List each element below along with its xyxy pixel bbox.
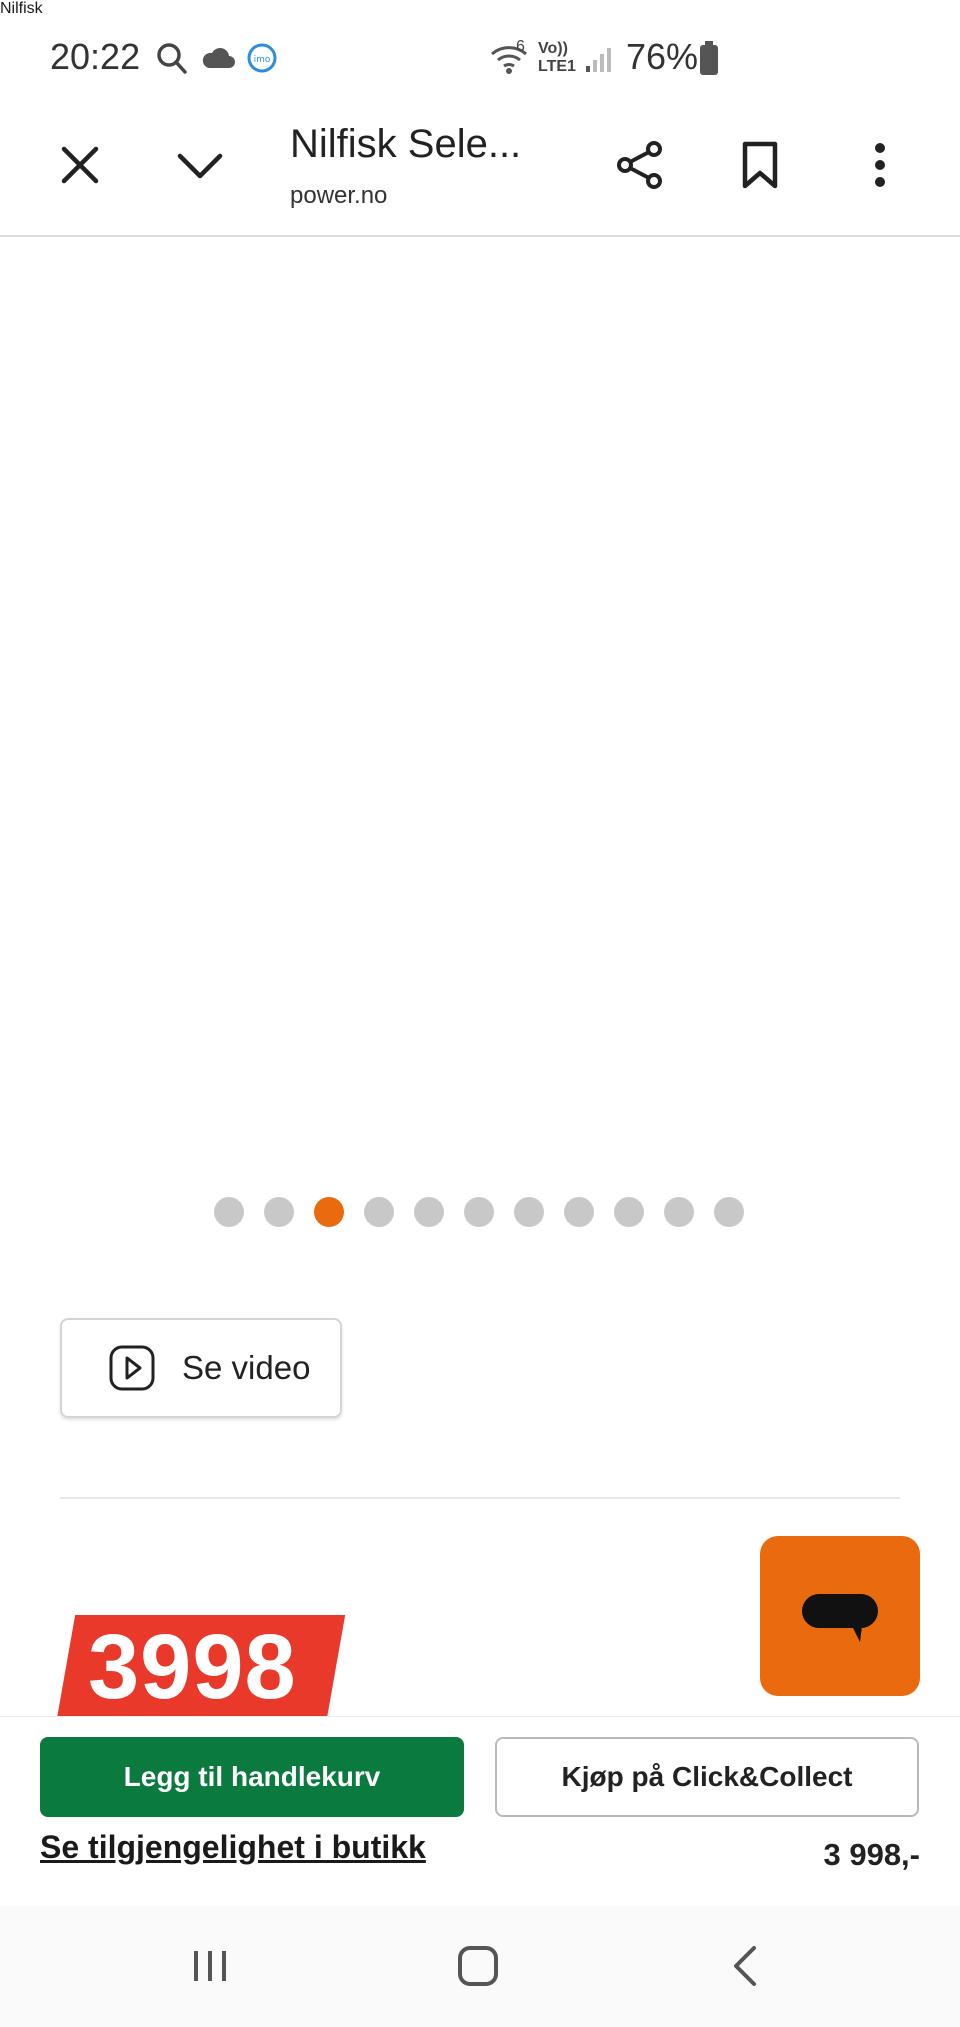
- section-divider: [60, 1497, 900, 1499]
- carousel-dot[interactable]: [564, 1197, 594, 1227]
- close-icon: [61, 146, 99, 184]
- status-bar: 20:22 imo 6 Vo)) LTE1 76%: [0, 0, 960, 110]
- page-title: Nilfisk Sele...: [290, 122, 522, 166]
- carousel-dot[interactable]: [714, 1197, 744, 1227]
- browser-toolbar: Nilfisk Sele... power.no: [0, 110, 960, 237]
- carousel-dot[interactable]: [464, 1197, 494, 1227]
- search-icon: [157, 43, 187, 74]
- network-label: Vo)) LTE1: [538, 40, 576, 75]
- bookmark-button[interactable]: [715, 110, 805, 220]
- status-time: 20:22: [50, 36, 141, 77]
- battery-level: 76%: [626, 36, 699, 77]
- wifi-badge: 6: [516, 38, 525, 55]
- carousel-dot[interactable]: [514, 1197, 544, 1227]
- carousel-dot-active[interactable]: [314, 1197, 344, 1227]
- carousel-dot[interactable]: [664, 1197, 694, 1227]
- page-domain: power.no: [290, 182, 388, 209]
- play-icon: [109, 1345, 155, 1391]
- carousel-indicator: [214, 1197, 744, 1227]
- store-availability-link[interactable]: Se tilgjengelighet i butikk: [40, 1829, 426, 1866]
- svg-text:imo: imo: [254, 55, 271, 65]
- wifi-icon: [491, 46, 527, 74]
- more-vertical-icon: [875, 143, 885, 187]
- video-button[interactable]: Se video: [60, 1318, 342, 1418]
- recent-apps-icon: [194, 1951, 226, 1981]
- recent-apps-button[interactable]: [160, 1926, 260, 2006]
- imo-app-icon: imo: [247, 43, 277, 73]
- home-icon: [458, 1946, 498, 1986]
- minimize-button[interactable]: [155, 110, 245, 220]
- back-button[interactable]: [695, 1926, 795, 2006]
- chat-button[interactable]: [760, 1536, 920, 1696]
- bookmark-icon: [742, 141, 778, 189]
- cloud-icon: [202, 48, 235, 68]
- price-badge-value: 3998: [88, 1616, 297, 1718]
- share-button[interactable]: [595, 110, 685, 220]
- more-button[interactable]: [835, 110, 925, 220]
- price-display: 3 998,-: [823, 1837, 920, 1872]
- close-button[interactable]: [35, 110, 125, 220]
- video-button-label: Se video: [182, 1349, 311, 1386]
- battery-icon: [700, 41, 718, 75]
- chat-icon: [802, 1594, 878, 1642]
- signal-icon: [586, 48, 611, 72]
- carousel-dot[interactable]: [214, 1197, 244, 1227]
- carousel-dot[interactable]: [414, 1197, 444, 1227]
- carousel-dot[interactable]: [364, 1197, 394, 1227]
- system-nav-bar: [0, 1906, 960, 2027]
- chevron-down-icon: [177, 153, 223, 179]
- back-icon: [734, 1946, 756, 1986]
- share-icon: [617, 141, 662, 189]
- carousel-dot[interactable]: [614, 1197, 644, 1227]
- home-button[interactable]: [428, 1926, 528, 2006]
- click-collect-button[interactable]: Kjøp på Click&Collect: [495, 1737, 919, 1817]
- purchase-bar: Legg til handlekurv Kjøp på Click&Collec…: [0, 1716, 960, 1907]
- carousel-dot[interactable]: [264, 1197, 294, 1227]
- add-to-cart-button[interactable]: Legg til handlekurv: [40, 1737, 464, 1817]
